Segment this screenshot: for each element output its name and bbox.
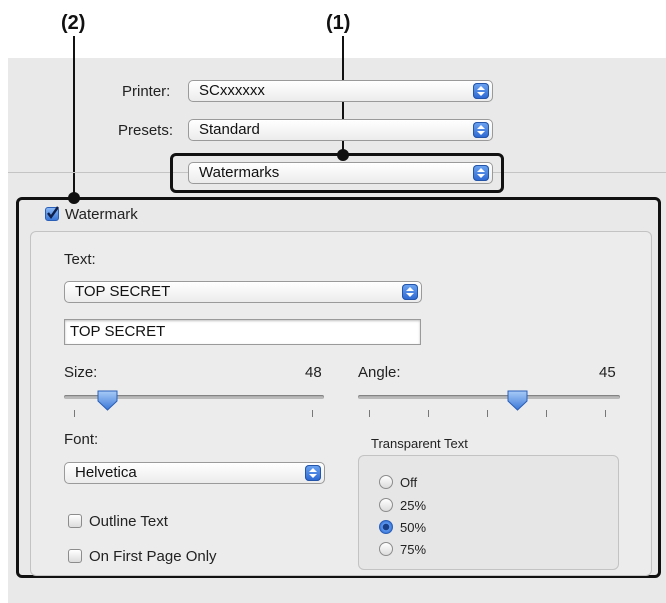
- size-value: 48: [305, 364, 322, 381]
- font-popup[interactable]: Helvetica: [64, 462, 325, 484]
- pane-select-popup[interactable]: Watermarks: [188, 162, 493, 184]
- watermark-text-value: TOP SECRET: [70, 323, 166, 340]
- transparent-25-radio[interactable]: [379, 498, 393, 512]
- transparent-50-radio[interactable]: [379, 520, 393, 534]
- transparent-75-radio[interactable]: [379, 542, 393, 556]
- font-popup-value: Helvetica: [75, 464, 137, 481]
- popup-arrows-icon: [305, 465, 321, 481]
- checkmark-icon: [47, 206, 59, 220]
- angle-tick: [428, 410, 429, 417]
- presets-popup[interactable]: Standard: [188, 119, 493, 141]
- size-slider-thumb[interactable]: [96, 389, 120, 413]
- watermark-label: Watermark: [65, 206, 138, 223]
- outline-text-label: Outline Text: [89, 513, 168, 530]
- pane-select-value: Watermarks: [199, 164, 280, 181]
- popup-arrows-icon: [473, 165, 489, 181]
- printer-value: SCxxxxxx: [199, 82, 265, 99]
- text-popup-value: TOP SECRET: [75, 283, 171, 300]
- angle-label: Angle:: [358, 364, 401, 381]
- transparent-50-label: 50%: [400, 520, 427, 535]
- watermark-checkbox[interactable]: [45, 206, 59, 221]
- size-tick: [74, 410, 75, 417]
- angle-tick: [546, 410, 547, 417]
- printer-label: Printer:: [122, 83, 171, 100]
- watermark-text-field[interactable]: TOP SECRET: [64, 319, 421, 345]
- first-page-only-label: On First Page Only: [89, 548, 217, 565]
- first-page-only-checkbox[interactable]: [68, 549, 82, 563]
- transparent-25-label: 25%: [400, 498, 427, 513]
- text-label: Text:: [64, 251, 96, 268]
- outline-text-checkbox[interactable]: [68, 514, 82, 528]
- presets-label: Presets:: [118, 122, 174, 139]
- size-label: Size:: [64, 364, 98, 381]
- angle-value: 45: [599, 364, 616, 381]
- presets-value: Standard: [199, 121, 260, 138]
- angle-tick: [369, 410, 370, 417]
- angle-slider-thumb[interactable]: [506, 389, 530, 413]
- printer-popup[interactable]: SCxxxxxx: [188, 80, 493, 102]
- size-tick: [312, 410, 313, 417]
- transparent-off-radio[interactable]: [379, 475, 393, 489]
- transparent-text-title: Transparent Text: [371, 436, 468, 451]
- text-popup[interactable]: TOP SECRET: [64, 281, 422, 303]
- popup-arrows-icon: [473, 83, 489, 99]
- angle-tick: [487, 410, 488, 417]
- font-label: Font:: [64, 431, 99, 448]
- transparent-text-group: [358, 455, 619, 570]
- popup-arrows-icon: [473, 122, 489, 138]
- angle-slider-track[interactable]: [358, 395, 620, 399]
- transparent-off-label: Off: [400, 475, 418, 490]
- angle-tick: [605, 410, 606, 417]
- transparent-75-label: 75%: [400, 542, 427, 557]
- popup-arrows-icon: [402, 284, 418, 300]
